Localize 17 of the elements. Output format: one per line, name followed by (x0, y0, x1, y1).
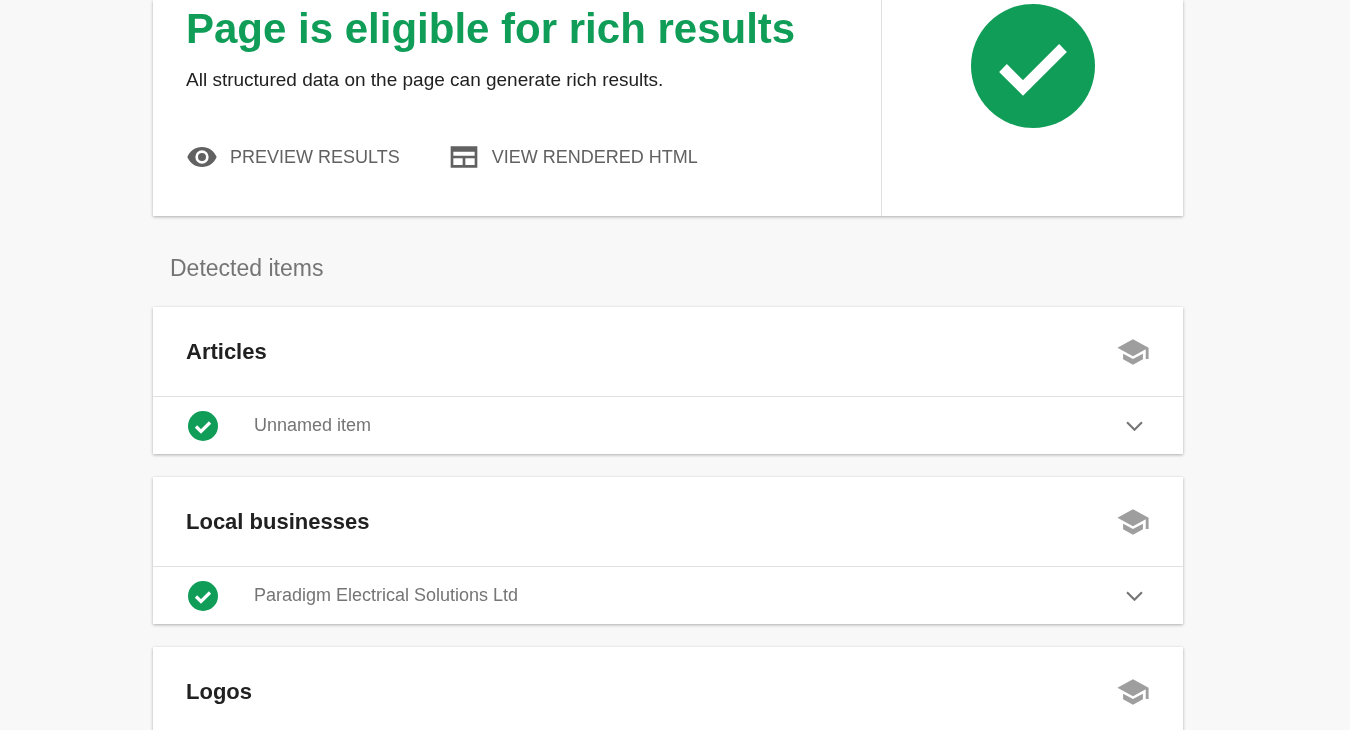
item-type-title: Logos (186, 678, 252, 705)
item-row[interactable]: Unnamed item (153, 397, 1183, 454)
check-circle-icon (970, 4, 1095, 128)
item-type-title: Articles (186, 338, 267, 365)
item-type-title: Local businesses (186, 508, 370, 535)
section-heading: Detected items (170, 254, 325, 282)
item-name: Unnamed item (254, 415, 373, 436)
result-title: Page is eligible for rich results (186, 4, 797, 54)
item-name: Paradigm Electrical Solutions Ltd (254, 585, 520, 606)
result-description: All structured data on the page can generate rich results. (186, 69, 665, 91)
chevron-down-icon (1126, 420, 1143, 431)
check-circle-icon (188, 410, 218, 441)
check-circle-icon (188, 580, 218, 611)
action-button[interactable]: PREVIEW RESULTS (186, 141, 400, 173)
action-button[interactable]: VIEW RENDERED HTML (447, 141, 698, 173)
chevron-down-icon (1126, 590, 1143, 601)
item-row[interactable]: Paradigm Electrical Solutions Ltd (153, 567, 1183, 624)
